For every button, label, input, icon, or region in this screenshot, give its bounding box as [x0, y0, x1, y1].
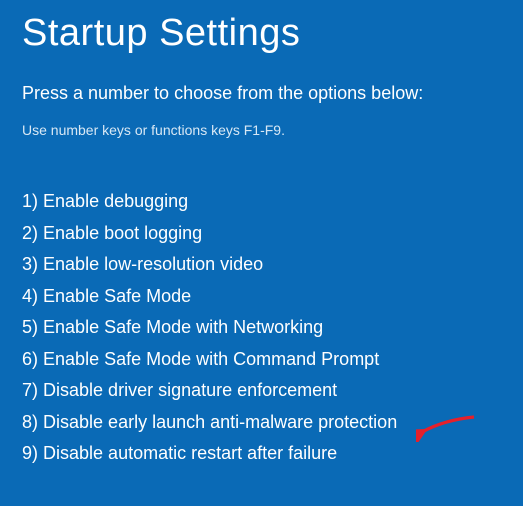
- option-label: Disable driver signature enforcement: [43, 380, 337, 400]
- hint-text: Use number keys or functions keys F1-F9.: [22, 122, 501, 138]
- arrow-annotation-icon: [416, 414, 476, 442]
- option-number: 2): [22, 223, 38, 243]
- option-enable-boot-logging[interactable]: 2) Enable boot logging: [22, 218, 501, 250]
- option-disable-driver-signature-enforcement[interactable]: 7) Disable driver signature enforcement: [22, 375, 501, 407]
- option-label: Disable automatic restart after failure: [43, 443, 337, 463]
- option-number: 1): [22, 191, 38, 211]
- option-enable-safe-mode[interactable]: 4) Enable Safe Mode: [22, 281, 501, 313]
- option-label: Enable debugging: [43, 191, 188, 211]
- option-enable-low-resolution-video[interactable]: 3) Enable low-resolution video: [22, 249, 501, 281]
- option-label: Enable boot logging: [43, 223, 202, 243]
- option-label: Enable Safe Mode: [43, 286, 191, 306]
- option-number: 9): [22, 443, 38, 463]
- option-label: Enable Safe Mode with Command Prompt: [43, 349, 379, 369]
- option-number: 8): [22, 412, 38, 432]
- option-number: 6): [22, 349, 38, 369]
- option-number: 3): [22, 254, 38, 274]
- option-disable-automatic-restart[interactable]: 9) Disable automatic restart after failu…: [22, 438, 501, 470]
- option-number: 4): [22, 286, 38, 306]
- option-enable-safe-mode-command-prompt[interactable]: 6) Enable Safe Mode with Command Prompt: [22, 344, 501, 376]
- option-number: 5): [22, 317, 38, 337]
- option-enable-safe-mode-networking[interactable]: 5) Enable Safe Mode with Networking: [22, 312, 501, 344]
- option-label: Enable low-resolution video: [43, 254, 263, 274]
- option-number: 7): [22, 380, 38, 400]
- page-title: Startup Settings: [22, 12, 501, 55]
- instruction-text: Press a number to choose from the option…: [22, 83, 501, 104]
- option-label: Disable early launch anti-malware protec…: [43, 412, 397, 432]
- option-enable-debugging[interactable]: 1) Enable debugging: [22, 186, 501, 218]
- option-label: Enable Safe Mode with Networking: [43, 317, 323, 337]
